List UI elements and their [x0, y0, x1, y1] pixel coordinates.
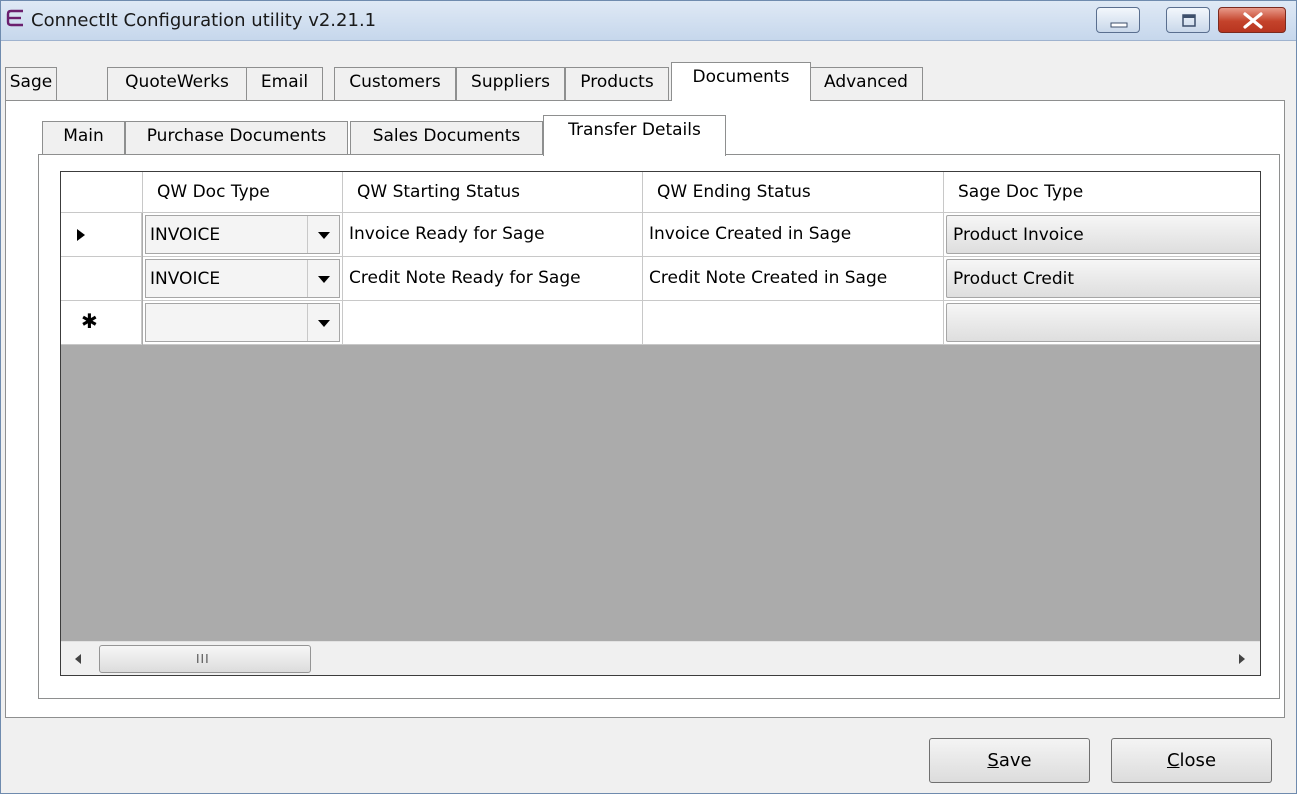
- column-header-qw-doc-type[interactable]: QW Doc Type: [143, 172, 343, 213]
- current-row-arrow-icon: [77, 229, 85, 241]
- tab-documents[interactable]: Documents: [671, 62, 811, 101]
- tab-label: Suppliers: [471, 72, 550, 92]
- tab-transfer-details[interactable]: Transfer Details: [543, 115, 726, 156]
- tab-products[interactable]: Products: [565, 67, 669, 100]
- sage-doc-type-button[interactable]: Product Credit: [944, 257, 1260, 301]
- tab-quotewerks[interactable]: QuoteWerks: [107, 67, 247, 100]
- new-row-asterisk-icon: ✱: [81, 309, 98, 333]
- dropdown-value: INVOICE: [150, 269, 221, 289]
- sage-doc-type-button[interactable]: [944, 301, 1260, 345]
- tab-label: QuoteWerks: [125, 72, 229, 92]
- doc-type-dropdown[interactable]: [143, 301, 343, 345]
- column-header-qw-starting-status[interactable]: QW Starting Status: [343, 172, 643, 213]
- row-header[interactable]: [61, 213, 142, 257]
- starting-status-cell[interactable]: Credit Note Ready for Sage: [343, 257, 643, 301]
- row-header[interactable]: [61, 257, 142, 301]
- doc-type-dropdown[interactable]: INVOICE: [143, 257, 343, 301]
- tab-label: Advanced: [824, 72, 908, 92]
- tab-suppliers[interactable]: Suppliers: [456, 67, 565, 100]
- horizontal-scrollbar[interactable]: III: [61, 641, 1260, 675]
- chevron-down-icon: [318, 320, 330, 327]
- app-icon: [5, 7, 27, 29]
- column-header-sage-doc-type[interactable]: Sage Doc Type: [944, 172, 1260, 213]
- column-header-qw-ending-status[interactable]: QW Ending Status: [643, 172, 944, 213]
- scroll-left-button[interactable]: [65, 646, 91, 672]
- maximize-icon: [1182, 14, 1196, 27]
- tab-label: Main: [63, 126, 104, 146]
- tab-label: Customers: [349, 72, 441, 92]
- tab-label: Email: [260, 72, 309, 92]
- tab-label: Documents: [692, 67, 790, 87]
- dropdown-value: INVOICE: [150, 225, 221, 245]
- ending-status-cell[interactable]: Invoice Created in Sage: [643, 213, 944, 257]
- close-icon: [1243, 12, 1263, 29]
- tab-main[interactable]: Main: [42, 121, 125, 155]
- chevron-down-icon: [318, 276, 330, 283]
- window-title: ConnectIt Configuration utility v2.21.1: [31, 10, 377, 31]
- close-label: lose: [1179, 750, 1217, 771]
- maximize-button[interactable]: [1166, 7, 1210, 33]
- tab-sales-documents[interactable]: Sales Documents: [350, 121, 543, 155]
- scrollbar-thumb[interactable]: III: [99, 645, 311, 673]
- button-cell-value: Product Credit: [953, 269, 1075, 289]
- grid-corner-header: [61, 172, 143, 213]
- chevron-left-icon: [75, 654, 81, 664]
- tab-customers[interactable]: Customers: [334, 67, 456, 100]
- tab-advanced[interactable]: Advanced: [809, 67, 923, 100]
- tab-label: Sage: [9, 72, 53, 92]
- ending-status-cell[interactable]: Credit Note Created in Sage: [643, 257, 944, 301]
- save-mnemonic: S: [987, 750, 999, 771]
- scrollbar-grip-icon: III: [196, 652, 210, 666]
- scroll-right-button[interactable]: [1229, 646, 1255, 672]
- chevron-right-icon: [1239, 654, 1245, 664]
- sage-doc-type-button[interactable]: Product Invoice: [944, 213, 1260, 257]
- button-cell-value: Product Invoice: [953, 225, 1084, 245]
- close-mnemonic: C: [1166, 750, 1180, 771]
- dropdown-arrow-button[interactable]: [307, 216, 339, 253]
- doc-type-dropdown[interactable]: INVOICE: [143, 213, 343, 257]
- starting-status-cell[interactable]: [343, 301, 643, 345]
- dropdown-arrow-button[interactable]: [307, 260, 339, 297]
- starting-status-cell[interactable]: Invoice Ready for Sage: [343, 213, 643, 257]
- save-button[interactable]: Save: [929, 738, 1090, 783]
- title-bar[interactable]: ConnectIt Configuration utility v2.21.1: [1, 1, 1296, 41]
- tab-sage[interactable]: Sage: [5, 67, 57, 100]
- tab-email[interactable]: Email: [246, 67, 323, 100]
- row-header-new[interactable]: ✱: [61, 301, 142, 345]
- chevron-down-icon: [318, 232, 330, 239]
- close-button[interactable]: Close: [1111, 738, 1272, 783]
- ending-status-cell[interactable]: [643, 301, 944, 345]
- tab-purchase-documents[interactable]: Purchase Documents: [125, 121, 348, 155]
- tab-label: Sales Documents: [372, 126, 521, 146]
- close-window-button[interactable]: [1218, 7, 1286, 33]
- minimize-icon: [1110, 22, 1128, 28]
- tab-label: Products: [580, 72, 654, 92]
- minimize-button[interactable]: [1096, 7, 1140, 33]
- transfer-details-grid[interactable]: QW Doc Type QW Starting Status QW Ending…: [60, 171, 1261, 676]
- save-label: ave: [998, 750, 1032, 771]
- dropdown-arrow-button[interactable]: [307, 304, 339, 341]
- tab-label: Transfer Details: [568, 120, 701, 140]
- tab-label: Purchase Documents: [146, 126, 327, 146]
- app-window: ConnectIt Configuration utility v2.21.1 …: [0, 0, 1297, 794]
